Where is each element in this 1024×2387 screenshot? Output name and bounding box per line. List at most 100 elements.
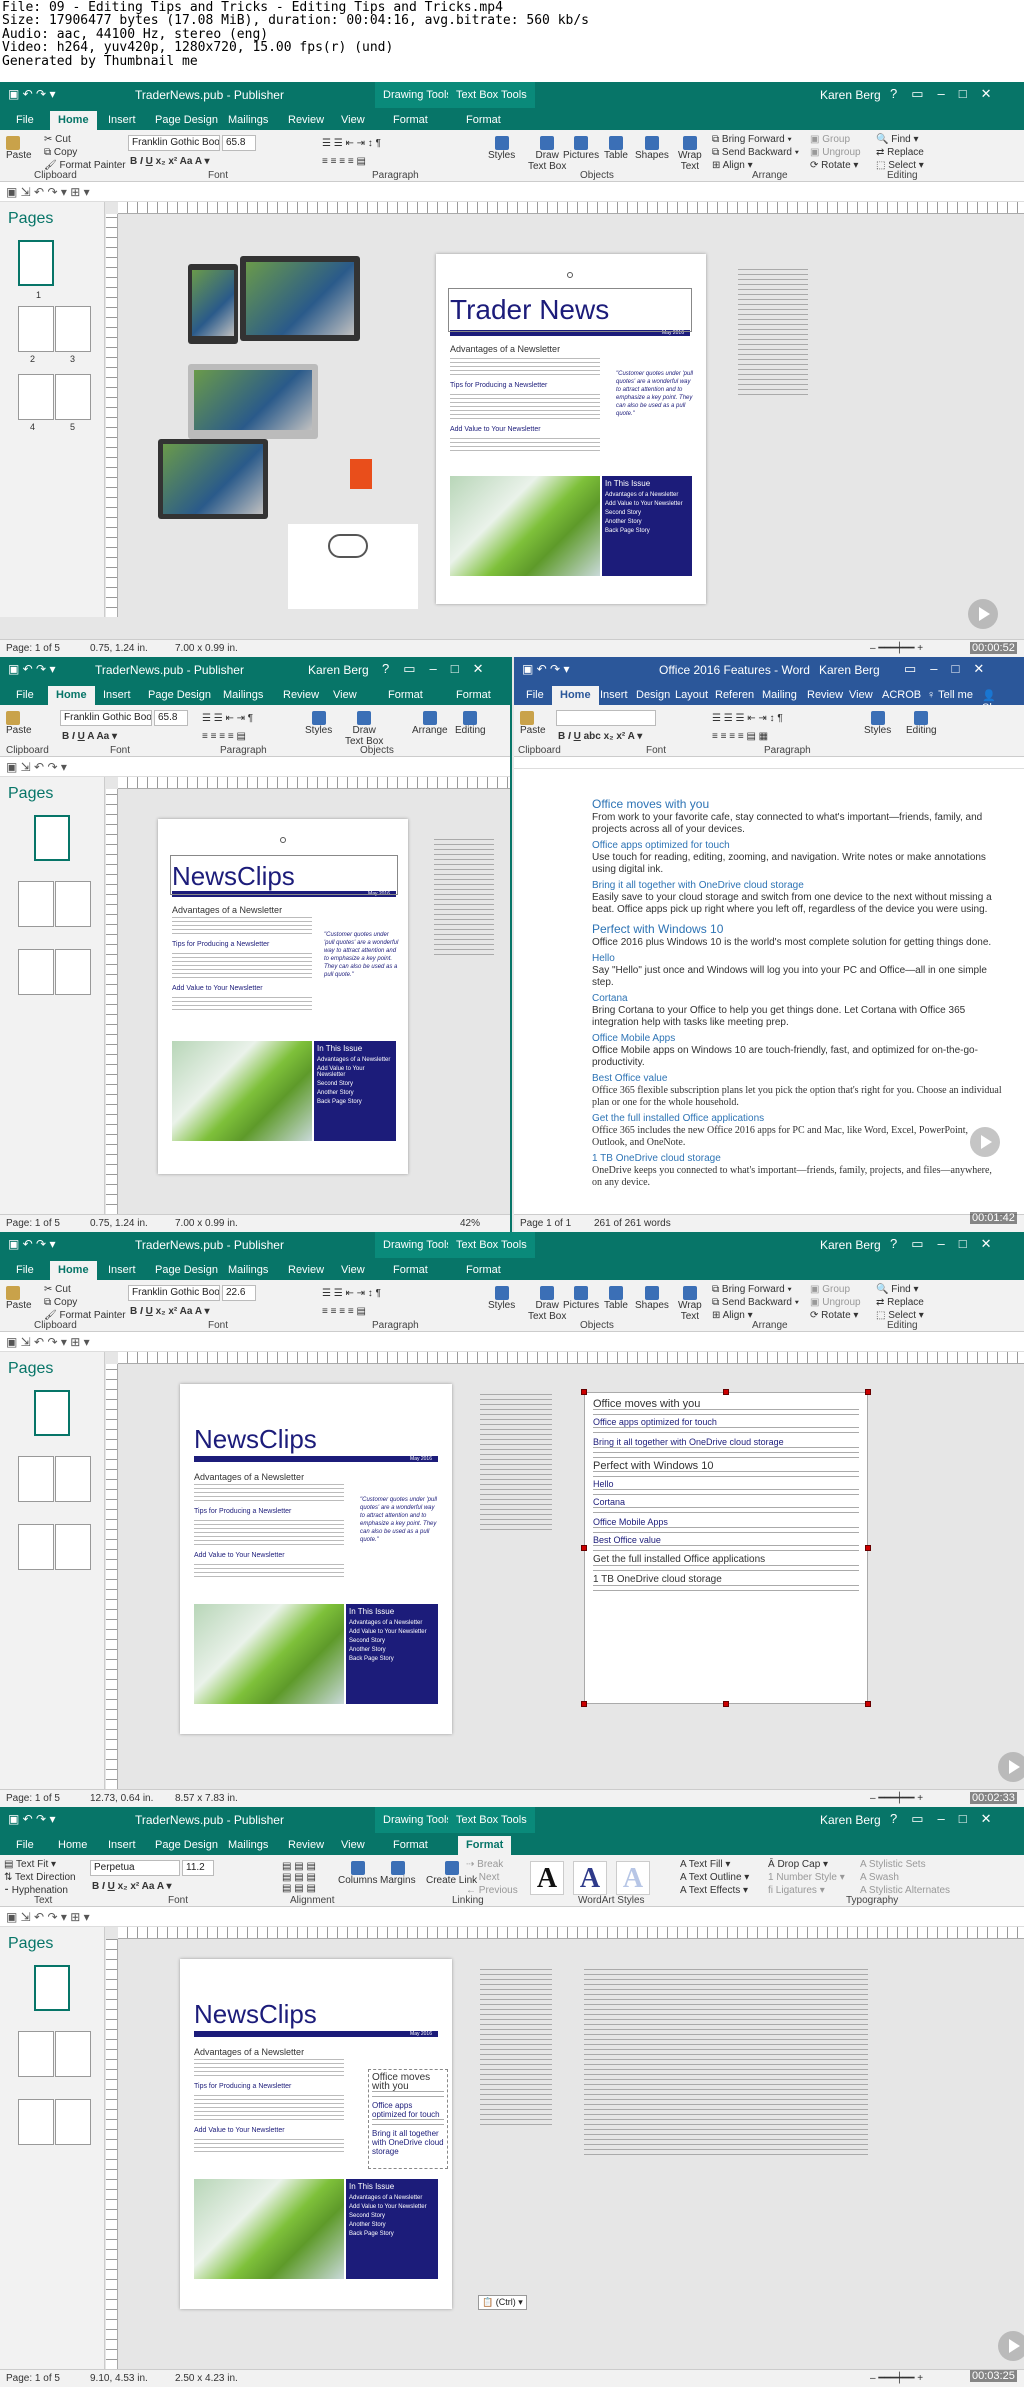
- tab-review[interactable]: Review: [280, 111, 332, 130]
- window-controls[interactable]: ?▭–□✕: [890, 1811, 1006, 1827]
- word-user-name[interactable]: Karen Berg: [819, 663, 880, 677]
- resize-handle[interactable]: [581, 1545, 587, 1551]
- linked-text-box[interactable]: Office moves with you Office apps optimi…: [368, 2069, 448, 2169]
- page-thumb-1[interactable]: [34, 1390, 70, 1436]
- ungroup-button[interactable]: ▣ Ungroup: [810, 1297, 861, 1308]
- zoom-slider[interactable]: – ━━━┿━━ +: [870, 643, 923, 654]
- paste-options-button[interactable]: 📋 (Ctrl) ▾: [478, 2295, 527, 2310]
- page-thumb-3[interactable]: [55, 1456, 91, 1502]
- rotate-handle[interactable]: [567, 272, 573, 278]
- tab-format-drawing[interactable]: Format: [385, 1261, 436, 1280]
- play-icon[interactable]: [998, 2331, 1024, 2361]
- bold-button[interactable]: B I U x₂ x² Aa A ▾: [130, 156, 210, 167]
- cut-button[interactable]: ✂ Cut: [44, 1284, 71, 1295]
- draw-textbox-button[interactable]: Draw Text Box: [528, 1286, 566, 1322]
- swash-button[interactable]: A Swash: [860, 1872, 899, 1883]
- status-page[interactable]: Page: 1 of 5: [6, 2373, 60, 2384]
- quick-save-icon[interactable]: ▣ ↶ ↷ ▾: [8, 1237, 55, 1251]
- wordart-style-3[interactable]: A: [616, 1861, 650, 1895]
- play-icon[interactable]: [968, 599, 998, 629]
- window-controls[interactable]: ?▭–□✕: [890, 86, 1006, 102]
- page-thumb-4[interactable]: [18, 374, 54, 420]
- publication-canvas[interactable]: Trader News May 2016 Advantages of a New…: [118, 214, 1024, 639]
- user-name[interactable]: Karen Berg: [308, 663, 369, 677]
- editing-button[interactable]: Editing: [455, 711, 486, 736]
- wordart-style-2[interactable]: A: [573, 1861, 607, 1895]
- bring-forward-button[interactable]: ⧉ Bring Forward ▾: [712, 134, 792, 145]
- tab-home[interactable]: Home: [50, 1261, 97, 1280]
- text-outline-button[interactable]: A Text Outline ▾: [680, 1872, 749, 1883]
- paste-button[interactable]: Paste: [6, 1286, 32, 1311]
- copy-button[interactable]: ⧉ Copy: [44, 147, 77, 158]
- horizontal-ruler[interactable]: [118, 202, 1024, 214]
- page-preview[interactable]: Trader News May 2016 Advantages of a New…: [436, 254, 706, 604]
- find-button[interactable]: 🔍 Find ▾: [876, 134, 919, 145]
- page-thumb-5[interactable]: [55, 374, 91, 420]
- zoom-level[interactable]: 42%: [460, 1218, 480, 1229]
- window-controls[interactable]: ?▭–□✕: [382, 661, 498, 677]
- play-icon[interactable]: [998, 1752, 1024, 1782]
- tab-file[interactable]: File: [8, 1836, 42, 1855]
- horizontal-ruler[interactable]: [118, 1927, 1024, 1939]
- page-thumb-1[interactable]: [34, 1965, 70, 2011]
- arrange-button[interactable]: Arrange: [412, 711, 448, 736]
- page-thumb-4[interactable]: [18, 2099, 54, 2145]
- quick-save-icon[interactable]: ▣ ↶ ↷ ▾: [8, 662, 55, 676]
- replace-button[interactable]: ⇄ Replace: [876, 1297, 924, 1308]
- text-fit-button[interactable]: ▤ Text Fit ▾: [4, 1859, 56, 1870]
- rotate-button[interactable]: ⟳ Rotate ▾: [810, 160, 858, 171]
- page-thumb-3[interactable]: [55, 306, 91, 352]
- font-size-box[interactable]: 65.8: [222, 135, 256, 151]
- send-backward-button[interactable]: ⧉ Send Backward ▾: [712, 147, 799, 158]
- tab-review[interactable]: Review: [280, 1261, 332, 1280]
- word-paste-button[interactable]: Paste: [520, 711, 546, 736]
- page-thumb-3[interactable]: [55, 881, 91, 927]
- text-fill-button[interactable]: A Text Fill ▾: [680, 1859, 730, 1870]
- find-button[interactable]: 🔍 Find ▾: [876, 1284, 919, 1295]
- send-backward-button[interactable]: ⧉ Send Backward ▾: [712, 1297, 799, 1308]
- resize-handle[interactable]: [723, 1389, 729, 1395]
- page-preview[interactable]: NewsClips May 2016 Advantages of a Newsl…: [158, 819, 408, 1174]
- user-name[interactable]: Karen Berg: [820, 1813, 881, 1827]
- rotate-button[interactable]: ⟳ Rotate ▾: [810, 1310, 858, 1321]
- styles-button[interactable]: Styles: [488, 1286, 515, 1311]
- drop-cap-button[interactable]: Ā Drop Cap ▾: [768, 1859, 828, 1870]
- tab-home[interactable]: Home: [50, 1836, 95, 1855]
- shapes-button[interactable]: Shapes: [635, 136, 669, 161]
- vertical-ruler[interactable]: [106, 1939, 118, 2369]
- list-buttons[interactable]: ☰ ☰ ⇤ ⇥ ↕ ¶: [322, 138, 381, 149]
- word-status-page[interactable]: Page 1 of 1: [520, 1218, 571, 1229]
- tab-file[interactable]: File: [8, 1261, 42, 1280]
- draw-textbox-button[interactable]: Draw Text Box: [528, 136, 566, 172]
- tab-file[interactable]: File: [8, 686, 42, 705]
- tab-mailings[interactable]: Mailings: [220, 1836, 276, 1855]
- tab-view[interactable]: View: [333, 1261, 373, 1280]
- tab-insert[interactable]: Insert: [100, 111, 144, 130]
- selection-box[interactable]: [448, 288, 692, 332]
- word-align-buttons[interactable]: ≡ ≡ ≡ ≡ ▤ ▦: [712, 731, 768, 742]
- word-styles-button[interactable]: Styles: [864, 711, 891, 736]
- resize-handle[interactable]: [865, 1389, 871, 1395]
- tab-insert[interactable]: Insert: [100, 1836, 144, 1855]
- vertical-ruler[interactable]: [106, 214, 118, 617]
- resize-handle[interactable]: [581, 1701, 587, 1707]
- stylistic-sets-button[interactable]: A Stylistic Sets: [860, 1859, 926, 1870]
- tab-page-design[interactable]: Page Design: [147, 1261, 226, 1280]
- tab-page-design[interactable]: Page Design: [147, 1836, 226, 1855]
- tab-format-drawing[interactable]: Format: [385, 1836, 436, 1855]
- number-style-button[interactable]: 1 Number Style ▾: [768, 1872, 845, 1883]
- toolbar-icons[interactable]: ▣ ⇲ ↶ ↷ ▾ ⊞ ▾: [6, 1910, 90, 1924]
- next-button[interactable]: → Next: [466, 1872, 499, 1883]
- pictures-button[interactable]: Pictures: [563, 1286, 599, 1311]
- bold-button[interactable]: B I U x₂ x² Aa A ▾: [130, 1306, 210, 1317]
- tab-format-drawing[interactable]: Format: [380, 686, 431, 705]
- wrap-text-button[interactable]: Wrap Text: [678, 1286, 702, 1322]
- page-thumb-3[interactable]: [55, 2031, 91, 2077]
- tab-format-drawing[interactable]: Format: [385, 111, 436, 130]
- tab-view[interactable]: View: [333, 1836, 373, 1855]
- replace-button[interactable]: ⇄ Replace: [876, 147, 924, 158]
- align-buttons[interactable]: ≡ ≡ ≡ ≡ ▤: [322, 156, 366, 167]
- tab-mailings[interactable]: Mailings: [215, 686, 271, 705]
- tab-file[interactable]: File: [8, 111, 42, 130]
- newsletter-title[interactable]: NewsClips: [194, 1424, 317, 1455]
